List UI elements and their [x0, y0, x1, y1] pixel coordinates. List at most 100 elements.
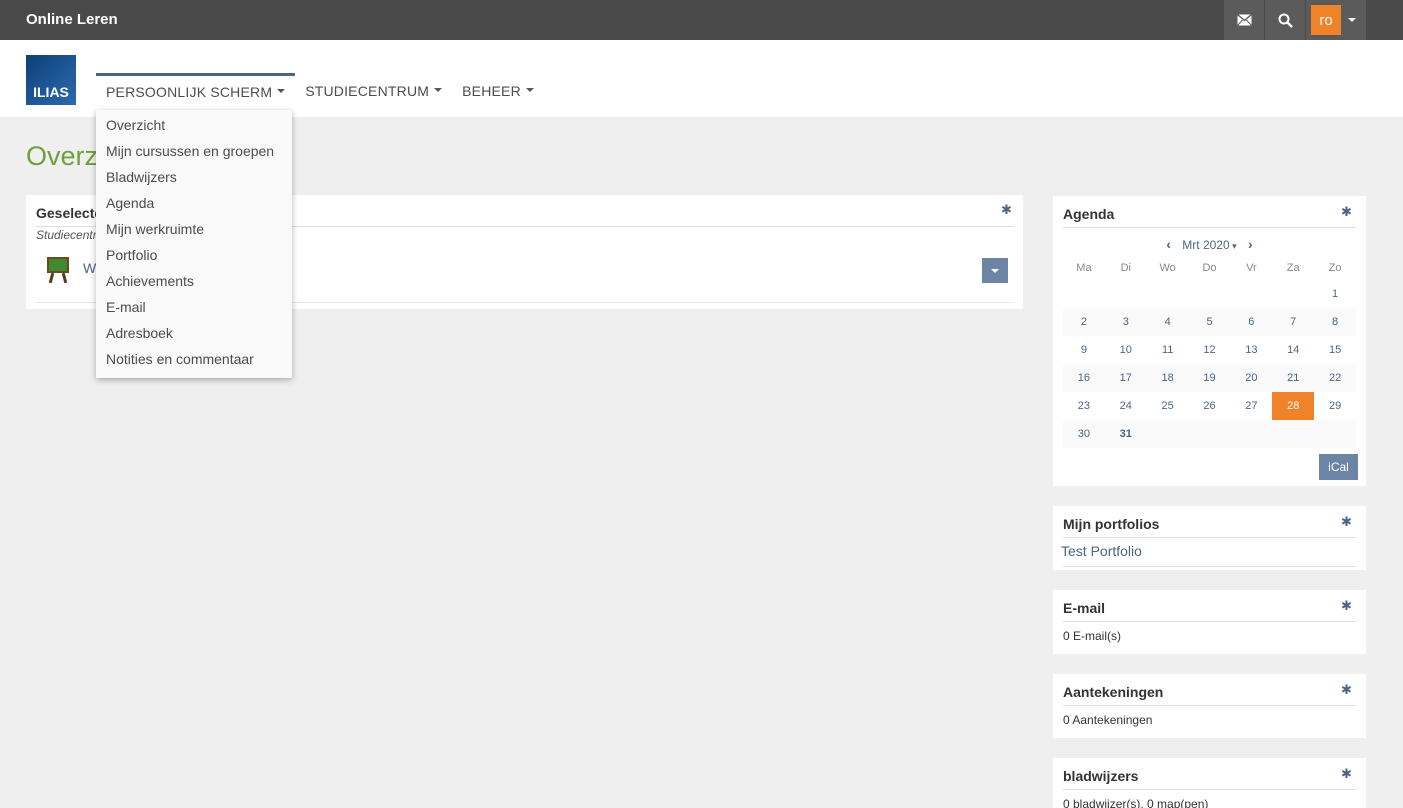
menu-item-portfolio[interactable]: Portfolio — [106, 247, 157, 263]
calendar-week-row: 16 17 18 19 20 21 22 — [1063, 364, 1356, 392]
calendar-day[interactable]: 1 — [1314, 280, 1356, 308]
menu-item-email[interactable]: E-mail — [106, 299, 146, 315]
menu-item-overzicht[interactable]: Overzicht — [106, 117, 165, 133]
calendar-week-row: 23 24 25 26 27 28 29 — [1063, 392, 1356, 420]
nav-studiecentrum[interactable]: STUDIECENTRUM — [295, 73, 452, 117]
gear-icon[interactable]: ✱ — [1341, 767, 1353, 780]
menu-item-mijn-cursussen[interactable]: Mijn cursussen en groepen — [106, 143, 274, 159]
top-bar: Online Leren ro — [0, 0, 1403, 40]
calendar-day[interactable]: 12 — [1189, 336, 1231, 364]
calendar-day[interactable]: 15 — [1314, 336, 1356, 364]
envelope-icon — [1236, 14, 1252, 26]
email-count: 0 E-mail(s) — [1063, 629, 1122, 643]
brand-title[interactable]: Online Leren — [26, 11, 118, 28]
calendar-day[interactable]: 13 — [1230, 336, 1272, 364]
menu-item-adresboek[interactable]: Adresboek — [106, 325, 173, 341]
item-link[interactable]: W — [83, 260, 96, 276]
calendar-day[interactable]: 27 — [1230, 392, 1272, 420]
calendar-day[interactable]: 6 — [1230, 308, 1272, 336]
notes-count: 0 Aantekeningen — [1063, 713, 1153, 727]
calendar-day[interactable]: 4 — [1147, 308, 1189, 336]
user-menu-button[interactable]: ro — [1306, 0, 1366, 40]
course-board-icon — [46, 257, 70, 284]
calendar-week-row: 30 31 — [1063, 420, 1356, 448]
email-panel: E-mail ✱ 0 E-mail(s) — [1053, 590, 1366, 654]
gear-icon[interactable]: ✱ — [1341, 205, 1353, 218]
nav-label: PERSOONLIJK SCHERM — [106, 84, 273, 100]
chevron-right-icon[interactable]: › — [1248, 236, 1253, 252]
search-icon — [1278, 13, 1293, 28]
calendar-day — [1105, 280, 1147, 308]
menu-item-mijn-werkruimte[interactable]: Mijn werkruimte — [106, 221, 204, 237]
calendar-day — [1063, 280, 1105, 308]
weekday-label: Do — [1202, 262, 1217, 274]
calendar-day[interactable]: 31 — [1105, 420, 1147, 448]
calendar-day[interactable]: 16 — [1063, 364, 1105, 392]
panel-title: bladwijzers — [1063, 768, 1139, 784]
calendar-day — [1147, 280, 1189, 308]
gear-icon[interactable]: ✱ — [1001, 203, 1013, 216]
divider — [1063, 621, 1356, 622]
divider — [1063, 566, 1356, 567]
calendar-day[interactable]: 25 — [1147, 392, 1189, 420]
calendar-day[interactable]: 30 — [1063, 420, 1105, 448]
panel-title: Geselecte — [36, 205, 103, 221]
weekday-label: Zo — [1328, 262, 1342, 274]
calendar-day[interactable]: 23 — [1063, 392, 1105, 420]
calendar-day[interactable]: 20 — [1230, 364, 1272, 392]
calendar-day[interactable]: 29 — [1314, 392, 1356, 420]
persoonlijk-scherm-dropdown: Overzicht Mijn cursussen en groepen Blad… — [96, 110, 292, 378]
portfolio-link[interactable]: Test Portfolio — [1061, 543, 1142, 559]
chevron-down-icon — [525, 88, 534, 93]
nav-beheer[interactable]: BEHEER — [452, 73, 544, 117]
calendar-day[interactable]: 3 — [1105, 308, 1147, 336]
divider — [1063, 789, 1356, 790]
panel-title: Aantekeningen — [1063, 684, 1164, 700]
calendar-day[interactable]: 22 — [1314, 364, 1356, 392]
menu-item-bladwijzers[interactable]: Bladwijzers — [106, 169, 177, 185]
menu-item-notities[interactable]: Notities en commentaar — [106, 351, 254, 367]
calendar-day — [1189, 420, 1231, 448]
calendar-day — [1147, 420, 1189, 448]
calendar-day[interactable]: 14 — [1272, 336, 1314, 364]
bookmarks-count: 0 bladwijzer(s), 0 map(pen) — [1063, 797, 1209, 808]
panel-title: E-mail — [1063, 600, 1106, 616]
gear-icon[interactable]: ✱ — [1341, 599, 1353, 612]
actions-dropdown-button[interactable] — [982, 258, 1008, 283]
menu-item-agenda[interactable]: Agenda — [106, 195, 154, 211]
calendar-day[interactable]: 9 — [1063, 336, 1105, 364]
calendar-day[interactable]: 10 — [1105, 336, 1147, 364]
calendar-grid: Ma Di Wo Do Vr Za Zo 1 2 3 4 5 6 7 8 9 1… — [1063, 256, 1356, 448]
menu-item-achievements[interactable]: Achievements — [106, 273, 194, 289]
chevron-left-icon[interactable]: ‹ — [1166, 236, 1171, 252]
calendar-day[interactable]: 17 — [1105, 364, 1147, 392]
bookmarks-panel: bladwijzers ✱ 0 bladwijzer(s), 0 map(pen… — [1053, 758, 1366, 808]
calendar-day[interactable]: 8 — [1314, 308, 1356, 336]
chevron-down-icon — [1348, 18, 1356, 22]
ilias-logo[interactable]: ILIAS — [26, 55, 76, 105]
calendar-day-today[interactable]: 28 — [1272, 392, 1315, 420]
calendar-day[interactable]: 26 — [1189, 392, 1231, 420]
calendar-week-row: 9 10 11 12 13 14 15 — [1063, 336, 1356, 364]
calendar-day[interactable]: 21 — [1272, 364, 1314, 392]
calendar-day[interactable]: 19 — [1189, 364, 1231, 392]
ical-button[interactable]: iCal — [1319, 454, 1358, 480]
gear-icon[interactable]: ✱ — [1341, 515, 1353, 528]
mail-button[interactable] — [1224, 0, 1264, 40]
chevron-down-icon — [434, 88, 443, 93]
gear-icon[interactable]: ✱ — [1341, 683, 1353, 696]
agenda-panel: Agenda ✱ ‹ Mrt 2020 ▾ › Ma Di Wo Do Vr Z… — [1053, 196, 1366, 486]
calendar-day[interactable]: 24 — [1105, 392, 1147, 420]
search-button[interactable] — [1265, 0, 1305, 40]
panel-title: Mijn portfolios — [1063, 516, 1160, 532]
calendar-day[interactable]: 7 — [1272, 308, 1314, 336]
avatar: ro — [1311, 5, 1341, 35]
calendar-day[interactable]: 18 — [1147, 364, 1189, 392]
calendar-day[interactable]: 11 — [1147, 336, 1189, 364]
calendar-day — [1230, 420, 1272, 448]
calendar-day[interactable]: 2 — [1063, 308, 1105, 336]
calendar-week-row: 1 — [1063, 280, 1356, 308]
nav-label: BEHEER — [462, 83, 521, 99]
month-selector[interactable]: Mrt 2020 — [1182, 238, 1229, 252]
calendar-day[interactable]: 5 — [1189, 308, 1231, 336]
